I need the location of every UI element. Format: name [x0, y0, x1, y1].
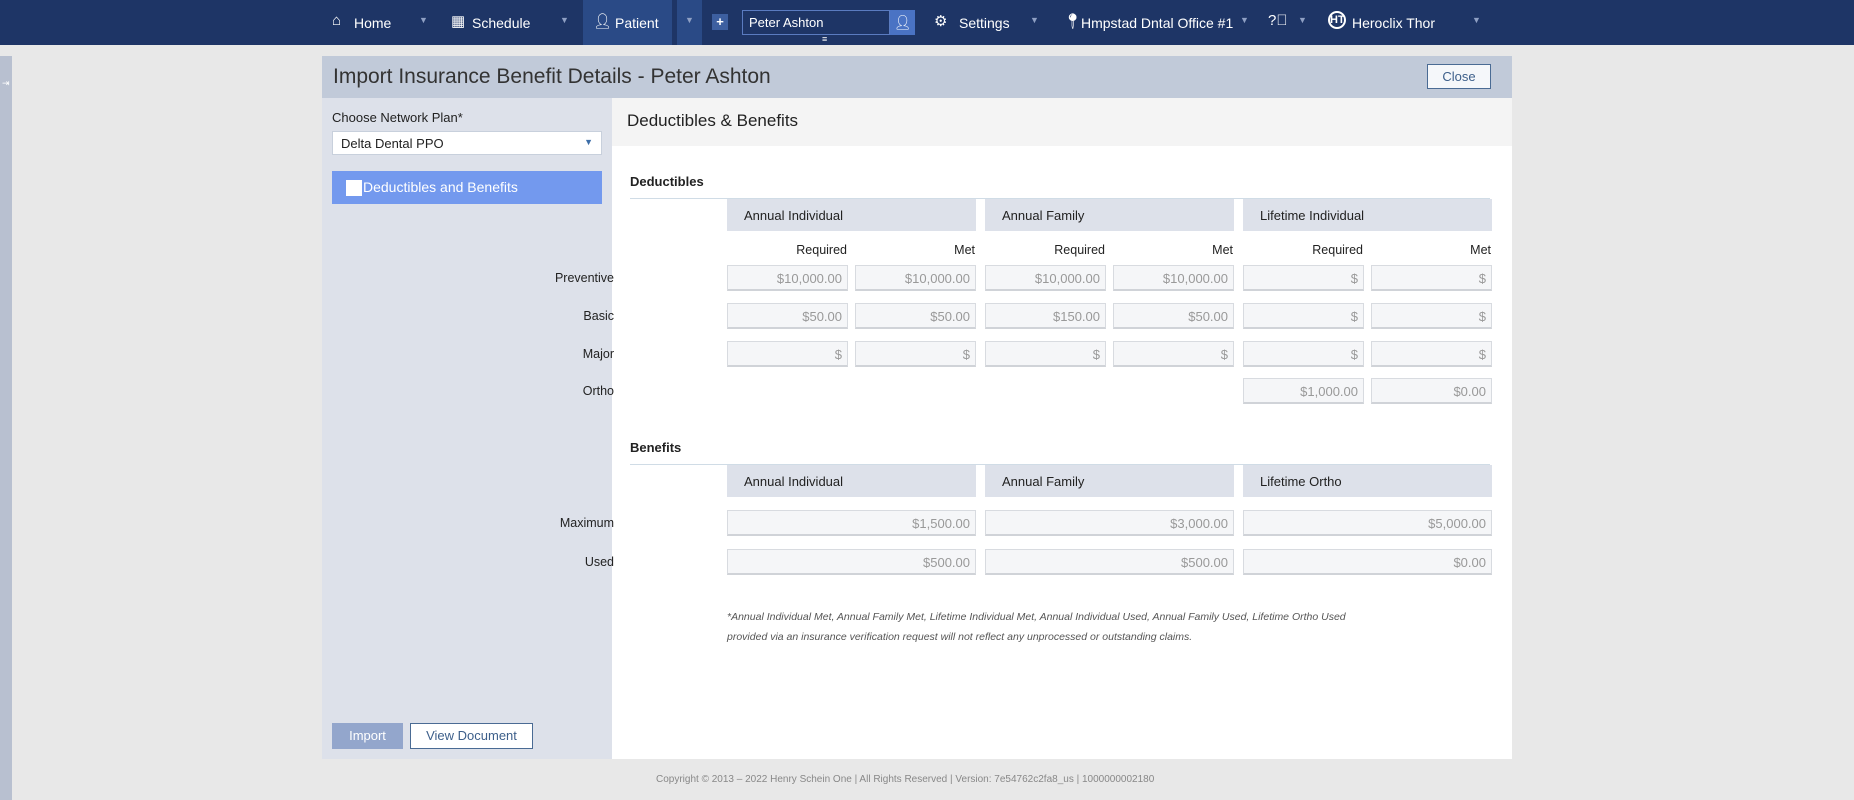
patient-dropdown[interactable]: ▼ [677, 0, 702, 45]
person-search-icon: 👤︎ [893, 14, 912, 30]
row-label: Used [584, 555, 614, 569]
nav-patient[interactable]: Patient [615, 15, 659, 31]
amount-input[interactable]: $3,000.00 [985, 510, 1234, 536]
close-button[interactable]: Close [1427, 64, 1491, 89]
main-title: Deductibles & Benefits [627, 111, 799, 130]
section-item-label: Deductibles and Benefits [363, 179, 518, 195]
top-navbar: ⌂ Home ▼ ▦ Schedule ▼ 👤︎ Patient ▼ + Pet… [0, 0, 1854, 45]
nav-settings[interactable]: Settings [959, 15, 1010, 31]
copyright-footer: Copyright © 2013 – 2022 Henry Schein One… [656, 774, 1155, 785]
amount-input[interactable]: $ [855, 341, 976, 367]
checkbox[interactable] [346, 180, 362, 196]
amount-input[interactable]: $ [727, 341, 848, 367]
column-subheader: Required [796, 243, 847, 257]
network-plan-label: Choose Network Plan* [332, 110, 463, 125]
amount-input[interactable]: $ [1371, 265, 1492, 291]
help-dropdown-icon[interactable]: ▼ [1298, 15, 1307, 25]
import-benefits-dialog: Import Insurance Benefit Details - Peter… [322, 56, 1512, 759]
deductibles-heading: Deductibles [630, 174, 704, 189]
amount-input[interactable]: $1,000.00 [1243, 378, 1364, 404]
amount-input[interactable]: $0.00 [1371, 378, 1492, 404]
amount-input[interactable]: $50.00 [855, 303, 976, 329]
amount-input[interactable]: $10,000.00 [1113, 265, 1234, 291]
column-subheader: Required [1312, 243, 1363, 257]
column-subheader: Met [954, 243, 975, 257]
column-subheader: Met [1470, 243, 1491, 257]
row-label: Preventive [554, 271, 614, 285]
amount-input[interactable]: $10,000.00 [855, 265, 976, 291]
import-button[interactable]: Import [332, 723, 403, 749]
amount-input[interactable]: $ [985, 341, 1106, 367]
nav-user[interactable]: Heroclix Thor [1352, 15, 1435, 31]
column-group-header: Annual Individual [727, 199, 976, 231]
location-pin-icon: 📍︎ [1063, 13, 1083, 30]
amount-input[interactable]: $50.00 [727, 303, 848, 329]
main-header: Deductibles & Benefits [612, 98, 1512, 146]
column-group-header: Annual Family [985, 465, 1234, 497]
settings-dropdown-icon[interactable]: ▼ [1030, 15, 1039, 25]
add-patient-button[interactable]: + [712, 14, 728, 30]
column-group-header: Annual Family [985, 199, 1234, 231]
amount-input[interactable]: $ [1371, 303, 1492, 329]
view-document-button[interactable]: View Document [410, 723, 533, 749]
amount-input[interactable]: $ [1243, 341, 1364, 367]
expand-handle-icon[interactable]: ≡ [822, 34, 827, 44]
amount-input[interactable]: $500.00 [985, 549, 1234, 575]
amount-input[interactable]: $ [1371, 341, 1492, 367]
amount-input[interactable]: $50.00 [1113, 303, 1234, 329]
home-icon[interactable]: ⌂ [332, 12, 341, 29]
patient-search-button[interactable]: 👤︎ [890, 10, 915, 35]
column-subheader: Met [1212, 243, 1233, 257]
amount-input[interactable]: $500.00 [727, 549, 976, 575]
amount-input[interactable]: $ [1243, 303, 1364, 329]
office-dropdown-icon[interactable]: ▼ [1240, 15, 1249, 25]
amount-input[interactable]: $150.00 [985, 303, 1106, 329]
column-group-header: Annual Individual [727, 465, 976, 497]
column-group-header: Lifetime Ortho [1243, 465, 1492, 497]
nav-schedule[interactable]: Schedule [472, 15, 530, 31]
schedule-dropdown-icon[interactable]: ▼ [560, 15, 569, 25]
row-label: Basic [583, 309, 614, 323]
home-dropdown-icon[interactable]: ▼ [419, 15, 428, 25]
column-subheader: Required [1054, 243, 1105, 257]
side-collapse-handle[interactable]: ⇥ [0, 56, 12, 800]
amount-input[interactable]: $1,500.00 [727, 510, 976, 536]
calendar-icon[interactable]: ▦ [451, 12, 465, 30]
row-label: Ortho [582, 384, 614, 398]
user-dropdown-icon[interactable]: ▼ [1472, 15, 1481, 25]
section-item-deductibles[interactable]: Deductibles and Benefits [332, 171, 602, 204]
chevron-down-icon: ▼ [685, 15, 694, 25]
dialog-header: Import Insurance Benefit Details - Peter… [322, 56, 1512, 98]
expand-icon: ⇥ [2, 78, 10, 88]
row-label: Major [582, 347, 614, 361]
footnote: *Annual Individual Met, Annual Family Me… [727, 611, 1346, 643]
amount-input[interactable]: $0.00 [1243, 549, 1492, 575]
amount-input[interactable]: $10,000.00 [727, 265, 848, 291]
left-panel: Choose Network Plan* Delta Dental PPO ▼ D… [322, 98, 612, 759]
amount-input[interactable]: $5,000.00 [1243, 510, 1492, 536]
network-plan-value: Delta Dental PPO [341, 136, 444, 151]
patient-search-input[interactable]: Peter Ashton [742, 10, 890, 35]
amount-input[interactable]: $ [1243, 265, 1364, 291]
column-group-header: Lifetime Individual [1243, 199, 1492, 231]
row-label: Maximum [559, 516, 614, 530]
help-icon[interactable]: ?⃝ [1268, 12, 1288, 29]
person-icon: 👤︎ [593, 13, 613, 30]
amount-input[interactable]: $ [1113, 341, 1234, 367]
amount-input[interactable]: $10,000.00 [985, 265, 1106, 291]
chevron-down-icon: ▼ [584, 137, 593, 147]
network-plan-select[interactable]: Delta Dental PPO ▼ [332, 131, 602, 155]
nav-home[interactable]: Home [354, 15, 391, 31]
dialog-title: Import Insurance Benefit Details - Peter… [333, 65, 771, 88]
nav-office[interactable]: Hmpstad Dntal Office #1 [1081, 15, 1233, 31]
benefits-heading: Benefits [630, 440, 682, 455]
gear-icon[interactable]: ⚙ [934, 12, 947, 30]
user-avatar[interactable]: HT [1328, 11, 1346, 29]
